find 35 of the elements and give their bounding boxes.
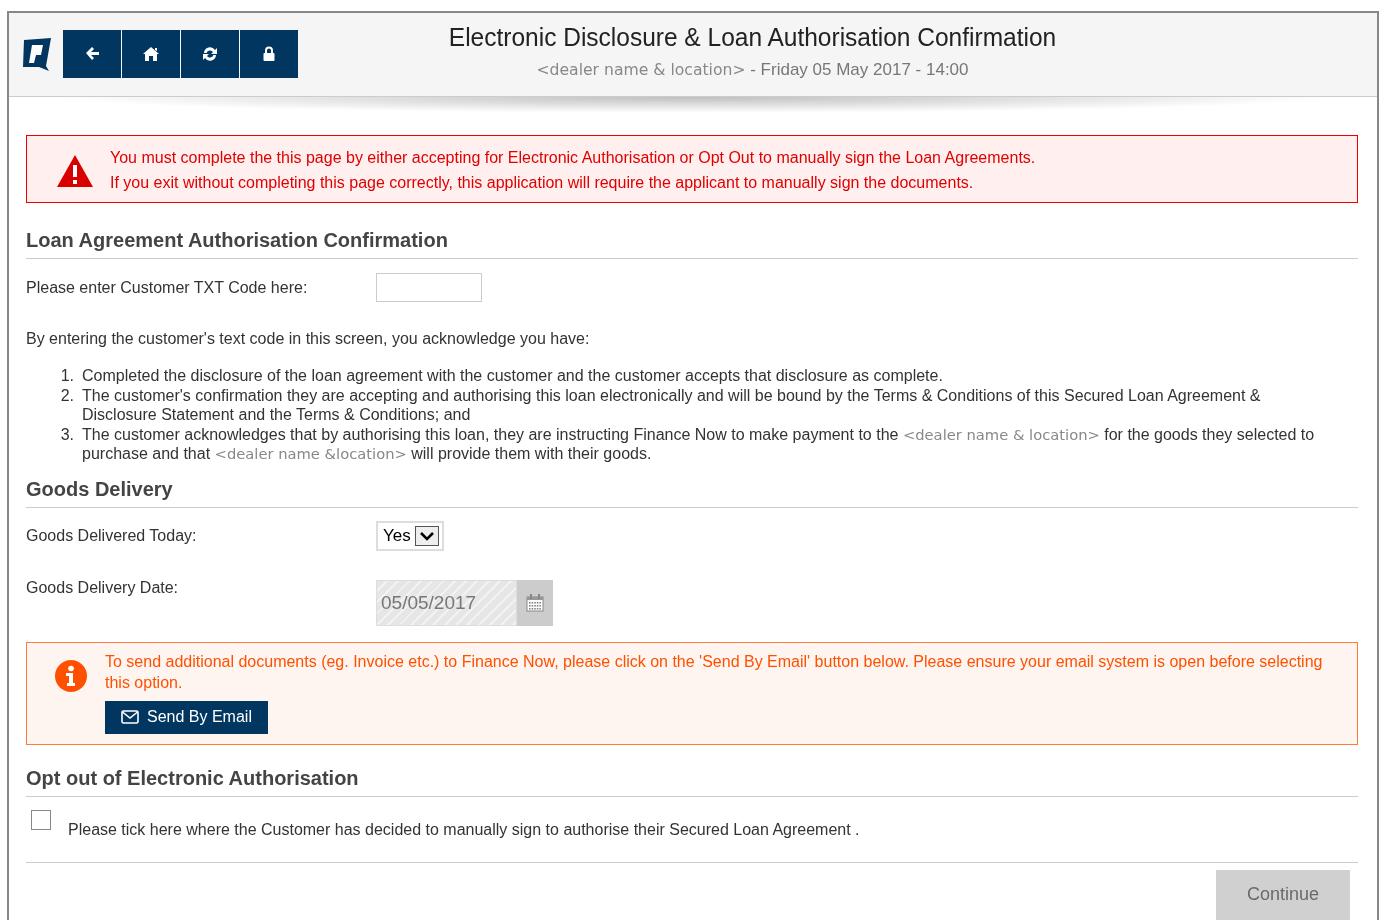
- section-heading: Goods Delivery: [26, 477, 1358, 508]
- field-label: Goods Delivered Today:: [26, 527, 198, 545]
- list-item-text: The customer acknowledges that by authorising this loan, they are instructing Finance Now to make payment to the <dealer name & location> for the goods they selected to purchase and that <dealer name &location> will provide them with their goods.: [82, 424, 1316, 464]
- section-heading: Loan Agreement Authorisation Confirmation: [26, 229, 1358, 259]
- page-title: Electronic Disclosure & Loan Authorisation Confirmation: [447, 23, 1058, 52]
- refresh-icon: [201, 44, 219, 63]
- lock-button[interactable]: [240, 29, 298, 78]
- list-number: 3.: [59, 424, 75, 445]
- back-button[interactable]: [63, 29, 121, 78]
- checkbox-label: Please tick here where the Customer has decided to manually sign to authorise their Secured Loan Agreement .: [68, 819, 860, 839]
- envelope-icon: [121, 710, 139, 724]
- intro-text: By entering the customer's text code in this screen, you acknowledge you have:: [26, 330, 591, 348]
- warning-icon: [56, 153, 94, 188]
- info-icon: [55, 659, 87, 692]
- refresh-button[interactable]: [181, 29, 239, 78]
- home-icon: [142, 44, 160, 63]
- list-item-text: Completed the disclosure of the loan agreement with the customer and the customer accepts that disclosure as complete.: [82, 366, 944, 386]
- calendar-icon: [526, 593, 544, 612]
- section-heading: Opt out of Electronic Authorisation: [26, 766, 1358, 797]
- calendar-button[interactable]: [517, 579, 553, 626]
- warning-text: If you exit without completing this page correctly, this application will require the applicant to manually sign the documents.: [110, 172, 975, 193]
- field-label: Goods Delivery Date:: [26, 578, 180, 597]
- warning-text: You must complete the this page by either accepting for Electronic Authorisation or Opt Out to manually sign the Loan Agreements.: [110, 147, 1036, 168]
- list-number: 2.: [59, 385, 75, 406]
- delivered-select[interactable]: Yes: [376, 521, 444, 551]
- code-input-field[interactable]: [376, 273, 482, 302]
- info-text: To send additional documents (eg. Invoice etc.) to Finance Now, please click on the 'Send By Email' button below. Please ensure your email system is open before selecting this option.: [105, 651, 1324, 693]
- back-icon: [83, 44, 101, 63]
- field-label: Please enter Customer TXT Code here:: [26, 278, 309, 297]
- page-subtitle: <dealer name & location> - Friday 05 May 2017 - 14:00: [535, 60, 970, 80]
- list-number: 1.: [59, 366, 75, 386]
- opt-out-checkbox[interactable]: [31, 809, 51, 830]
- chevron-down-icon: [414, 526, 439, 546]
- home-button[interactable]: [122, 29, 180, 78]
- send-email-button[interactable]: Send By Email: [105, 700, 268, 734]
